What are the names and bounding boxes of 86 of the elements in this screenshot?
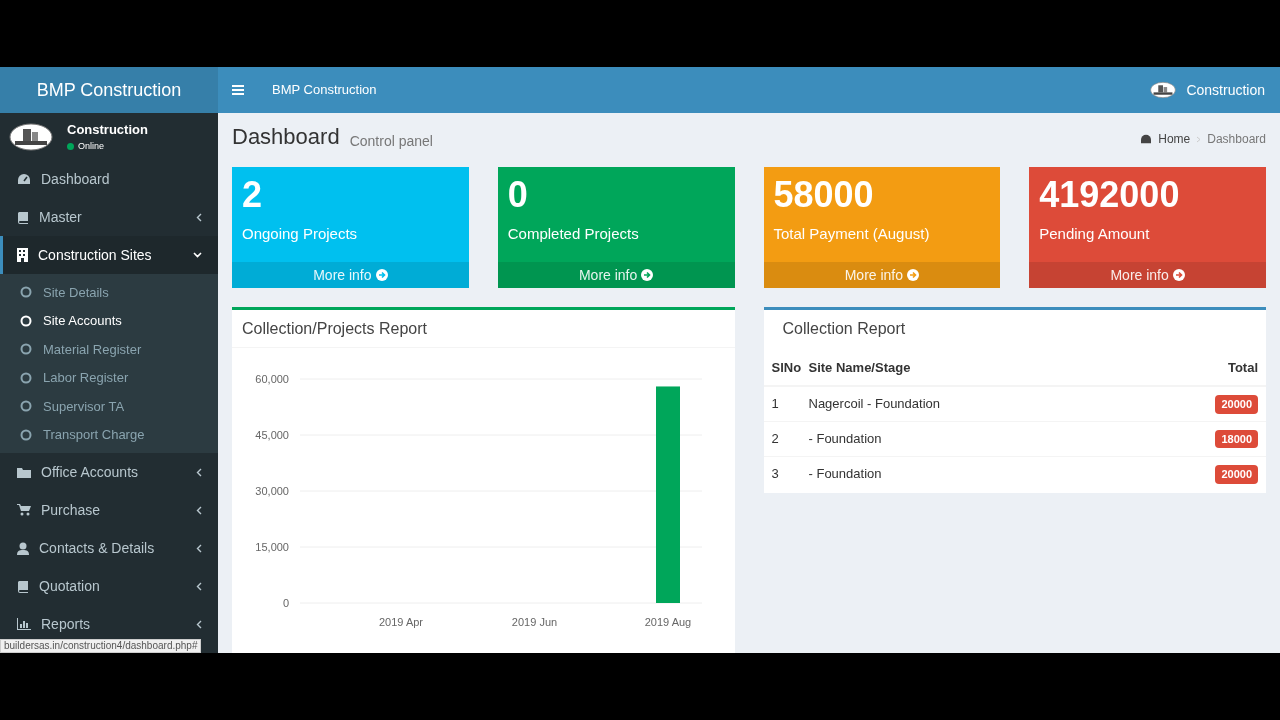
submenu-item[interactable]: Material Register — [0, 335, 218, 364]
more-info-link[interactable]: More info — [763, 262, 1001, 288]
stat-label: Total Payment (August) — [773, 224, 931, 244]
card-title: Collection/Projects Report — [242, 318, 427, 339]
more-info-link[interactable]: More info — [497, 262, 735, 288]
total-badge: 20000 — [1215, 465, 1258, 484]
person-icon — [17, 541, 29, 555]
circle-icon — [20, 400, 32, 413]
column-header: Total — [1138, 351, 1266, 386]
table-cell: 1 — [763, 386, 809, 421]
arrow-circle-icon — [907, 269, 920, 281]
circle-icon — [20, 343, 32, 356]
chevron-left-icon — [196, 212, 202, 222]
user-name: Construction — [67, 121, 148, 139]
stat-label: Completed Projects — [507, 224, 640, 244]
card-title: Collection Report — [782, 319, 906, 339]
top-bar-title: BMP Construction — [272, 81, 378, 100]
bar-chart-icon — [17, 618, 31, 630]
x-tick-label: 2019 Apr — [379, 616, 423, 628]
chevron-down-icon — [193, 252, 202, 258]
sidebar-item[interactable]: Quotation — [0, 567, 218, 605]
submenu-item[interactable]: Transport Charge — [0, 420, 218, 449]
chevron-left-icon — [196, 581, 202, 591]
y-tick-label: 0 — [282, 597, 289, 609]
user-status: Online — [78, 139, 104, 153]
avatar-logo — [9, 122, 53, 151]
table-cell: - Foundation — [808, 421, 1139, 456]
circle-icon — [20, 428, 32, 441]
y-tick-label: 30,000 — [255, 485, 289, 497]
chevron-left-icon — [196, 619, 202, 629]
separator-icon — [1196, 135, 1202, 143]
column-header: Site Name/Stage — [808, 351, 1139, 386]
submenu-item[interactable]: Supervisor TA — [0, 392, 218, 421]
sidebar-item[interactable]: Purchase — [0, 491, 218, 529]
cart-icon — [17, 504, 31, 516]
table-cell: 3 — [763, 456, 809, 491]
chevron-left-icon — [196, 467, 202, 477]
arrow-circle-icon — [1172, 269, 1185, 281]
sidebar-item[interactable]: Master — [0, 198, 218, 236]
stat-value: 58000 — [773, 175, 875, 215]
sidebar-item[interactable]: Contacts & Details — [0, 529, 218, 567]
y-tick-label: 60,000 — [255, 373, 289, 385]
submenu-item[interactable]: Site Accounts — [0, 306, 218, 335]
stat-value: 4192000 — [1039, 175, 1181, 215]
chevron-left-icon — [196, 543, 202, 553]
breadcrumb-current: Dashboard — [1207, 131, 1266, 148]
x-tick-label: 2019 Aug — [644, 616, 692, 628]
stat-value: 0 — [507, 175, 529, 215]
y-tick-label: 45,000 — [255, 429, 289, 441]
stat-label: Pending Amount — [1039, 224, 1151, 244]
submenu-item[interactable]: Site Details — [0, 278, 218, 307]
stat-value: 2 — [242, 175, 264, 215]
chevron-left-icon — [196, 505, 202, 515]
arrow-circle-icon — [641, 269, 654, 281]
table-cell: Nagercoil - Foundation — [808, 386, 1139, 421]
breadcrumb-link[interactable]: Home — [1158, 130, 1191, 148]
circle-icon — [20, 286, 32, 299]
page-subtitle: Control panel — [349, 132, 433, 151]
y-tick-label: 15,000 — [255, 541, 289, 553]
sidebar-item[interactable]: Office Accounts — [0, 453, 218, 491]
x-tick-label: 2019 Jun — [511, 616, 558, 628]
sidebar-item[interactable]: Construction Sites — [0, 236, 218, 274]
dashboard-gauge-icon — [17, 173, 31, 185]
book-icon — [17, 579, 29, 593]
circle-icon — [20, 314, 32, 327]
arrow-circle-icon — [375, 269, 388, 281]
more-info-link[interactable]: More info — [1029, 262, 1266, 288]
folder-icon — [17, 466, 31, 478]
menu-toggle-icon[interactable] — [232, 85, 244, 95]
brand-title[interactable]: BMP Construction — [0, 67, 218, 113]
table-cell: 2 — [763, 421, 809, 456]
more-info-link[interactable]: More info — [232, 262, 469, 288]
submenu-item[interactable]: Labor Register — [0, 363, 218, 392]
circle-icon — [20, 371, 32, 384]
status-url: buildersas.in/construction4/dashboard.php# — [0, 639, 202, 653]
total-badge: 20000 — [1215, 395, 1258, 414]
page-title: Dashboard — [232, 123, 340, 151]
column-header: SlNo — [763, 351, 809, 386]
dashboard-gauge-icon — [1140, 134, 1153, 144]
total-badge: 18000 — [1215, 429, 1258, 449]
book-icon — [17, 210, 29, 224]
stat-label: Ongoing Projects — [242, 224, 359, 244]
building-icon — [17, 248, 28, 262]
user-menu[interactable]: Construction — [1150, 78, 1265, 102]
sidebar-item[interactable]: Dashboard — [0, 160, 218, 198]
table-cell: - Foundation — [808, 456, 1139, 491]
